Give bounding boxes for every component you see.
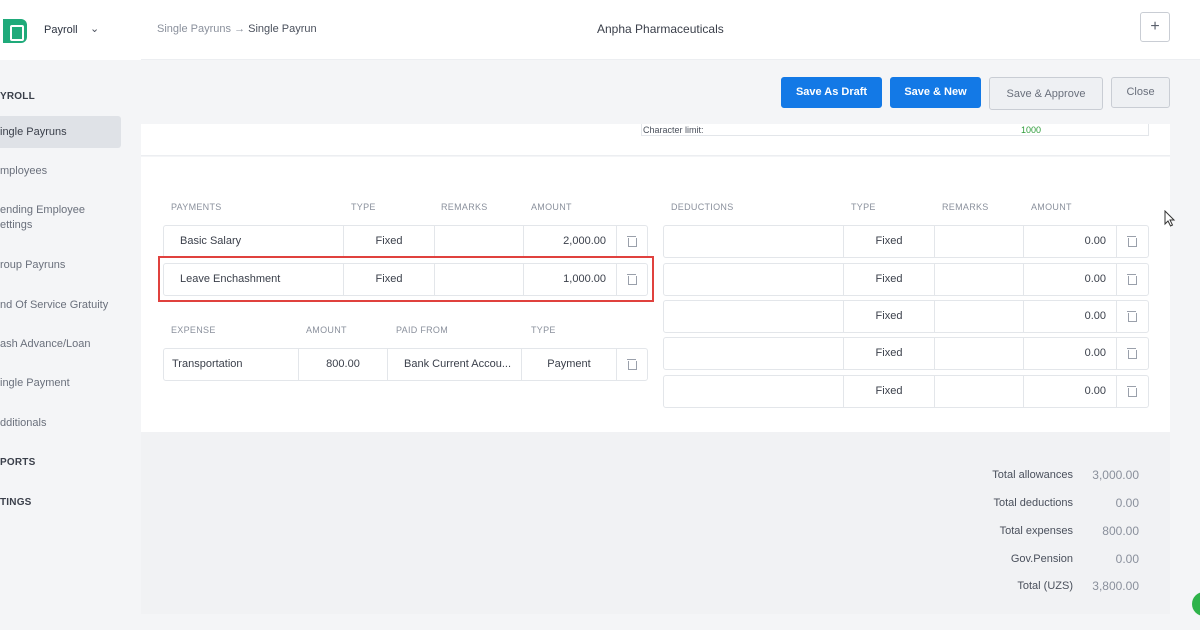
add-button[interactable]: + [1140, 12, 1170, 42]
remarks-card: Character limit: 1000 [141, 124, 1170, 156]
trash-icon[interactable] [1127, 348, 1137, 359]
deductions-type-header: TYPE [851, 202, 876, 212]
trash-icon[interactable] [1127, 236, 1137, 247]
chat-widget-icon[interactable] [1192, 592, 1200, 616]
deductions-header: DEDUCTIONS [671, 202, 734, 212]
save-and-approve-button[interactable]: Save & Approve [989, 77, 1103, 110]
expense-paid-from-header: PAID FROM [396, 325, 449, 335]
deduction-type[interactable]: Fixed [844, 226, 934, 257]
total-deductions-value: 0.00 [1115, 496, 1139, 510]
breadcrumb-separator: → [234, 23, 246, 35]
sidebar-item-end-of-service-gratuity[interactable]: nd Of Service Gratuity [0, 298, 121, 313]
sidebar-item-additionals[interactable]: dditionals [0, 416, 121, 431]
payments-remarks-header: REMARKS [441, 202, 488, 212]
deduction-remarks[interactable] [935, 376, 1023, 407]
payments-amount-header: AMOUNT [531, 202, 572, 212]
sidebar-item-single-payruns[interactable]: ingle Payruns [0, 116, 121, 148]
expense-paid-from[interactable]: Bank Current Accou... [404, 349, 519, 380]
sidebar-section-settings[interactable]: TINGS [0, 497, 32, 508]
expense-amount-header: AMOUNT [306, 325, 347, 335]
deduction-name[interactable] [672, 376, 842, 407]
expense-amount[interactable]: 800.00 [299, 349, 387, 380]
close-button[interactable]: Close [1111, 77, 1170, 108]
deduction-row[interactable]: Fixed 0.00 [663, 337, 1149, 370]
payment-name[interactable]: Basic Salary [180, 226, 241, 257]
mouse-cursor-icon [1164, 210, 1176, 227]
total-allowances-value: 3,000.00 [1092, 468, 1139, 482]
deduction-row[interactable]: Fixed 0.00 [663, 375, 1149, 408]
deduction-name[interactable] [672, 338, 842, 369]
sidebar-item-single-payment[interactable]: ingle Payment [0, 376, 121, 391]
payments-type-header: TYPE [351, 202, 376, 212]
sidebar-section-reports[interactable]: PORTS [0, 457, 35, 468]
character-limit-box [641, 124, 1149, 136]
sidebar-section-payroll[interactable]: YROLL [0, 91, 35, 102]
payments-header: PAYMENTS [171, 202, 222, 212]
deductions-remarks-header: REMARKS [942, 202, 989, 212]
deduction-name[interactable] [672, 301, 842, 332]
deduction-name[interactable] [672, 226, 842, 257]
deduction-remarks[interactable] [935, 226, 1023, 257]
total-uzs-value: 3,800.00 [1092, 579, 1139, 593]
expense-type[interactable]: Payment [522, 349, 616, 380]
deduction-row[interactable]: Fixed 0.00 [663, 263, 1149, 296]
expense-type-header: TYPE [531, 325, 556, 335]
sidebar-item-employees[interactable]: mployees [0, 164, 121, 179]
trash-icon[interactable] [627, 359, 637, 370]
payment-row[interactable]: Basic Salary Fixed 2,000.00 [163, 225, 648, 258]
deduction-remarks[interactable] [935, 264, 1023, 295]
deduction-type[interactable]: Fixed [844, 301, 934, 332]
deduction-amount[interactable]: 0.00 [1024, 338, 1106, 369]
trash-icon[interactable] [1127, 386, 1137, 397]
payment-remarks[interactable] [435, 226, 523, 257]
total-allowances-label: Total allowances [992, 469, 1073, 481]
trash-icon[interactable] [627, 236, 637, 247]
gov-pension-value: 0.00 [1115, 552, 1139, 566]
deduction-name[interactable] [672, 264, 842, 295]
deduction-row[interactable]: Fixed 0.00 [663, 300, 1149, 333]
expense-row[interactable]: Transportation 800.00 Bank Current Accou… [163, 348, 648, 381]
deduction-remarks[interactable] [935, 338, 1023, 369]
deduction-type[interactable]: Fixed [844, 264, 934, 295]
character-limit-value: 1000 [1021, 125, 1042, 135]
deduction-amount[interactable]: 0.00 [1024, 301, 1106, 332]
deduction-amount[interactable]: 0.00 [1024, 226, 1106, 257]
trash-icon[interactable] [1127, 274, 1137, 285]
payment-amount[interactable]: 2,000.00 [524, 226, 606, 257]
breadcrumb-current: Single Payrun [248, 23, 317, 35]
app-name: Payroll [44, 24, 78, 36]
total-expenses-label: Total expenses [999, 525, 1073, 537]
expense-name[interactable]: Transportation [172, 349, 243, 380]
highlight-box [158, 256, 654, 302]
breadcrumb: Single Payruns → Single Payrun [157, 23, 317, 35]
total-uzs-label: Total (UZS) [1017, 580, 1073, 592]
chevron-down-icon[interactable]: ⌄ [90, 22, 99, 35]
sidebar: Payroll ⌄ YROLL ingle Payruns mployees e… [0, 0, 141, 630]
sidebar-item-group-payruns[interactable]: roup Payruns [0, 258, 121, 273]
deduction-type[interactable]: Fixed [844, 376, 934, 407]
wallet-logo-icon [3, 19, 27, 43]
total-deductions-label: Total deductions [993, 497, 1074, 509]
character-limit-label: Character limit: [643, 125, 704, 135]
gov-pension-label: Gov.Pension [1010, 553, 1073, 565]
totals-card: Total allowances 3,000.00 Total deductio… [141, 432, 1170, 614]
save-as-draft-button[interactable]: Save As Draft [781, 77, 882, 108]
expense-header: EXPENSE [171, 325, 216, 335]
deduction-row[interactable]: Fixed 0.00 [663, 225, 1149, 258]
save-and-new-button[interactable]: Save & New [890, 77, 981, 108]
total-expenses-value: 800.00 [1102, 524, 1139, 538]
deduction-type[interactable]: Fixed [844, 338, 934, 369]
sidebar-item-cash-advance-loan[interactable]: ash Advance/Loan [0, 337, 121, 352]
sidebar-item-pending-employee-settings[interactable]: ending Employee ettings [0, 203, 100, 233]
company-name: Anpha Pharmaceuticals [597, 22, 724, 36]
breadcrumb-parent[interactable]: Single Payruns [157, 23, 231, 35]
deduction-amount[interactable]: 0.00 [1024, 264, 1106, 295]
deduction-remarks[interactable] [935, 301, 1023, 332]
app-switcher[interactable]: Payroll ⌄ [0, 0, 141, 60]
deduction-amount[interactable]: 0.00 [1024, 376, 1106, 407]
trash-icon[interactable] [1127, 311, 1137, 322]
deductions-amount-header: AMOUNT [1031, 202, 1072, 212]
top-bar: Single Payruns → Single Payrun Anpha Pha… [141, 0, 1200, 60]
payment-type[interactable]: Fixed [344, 226, 434, 257]
